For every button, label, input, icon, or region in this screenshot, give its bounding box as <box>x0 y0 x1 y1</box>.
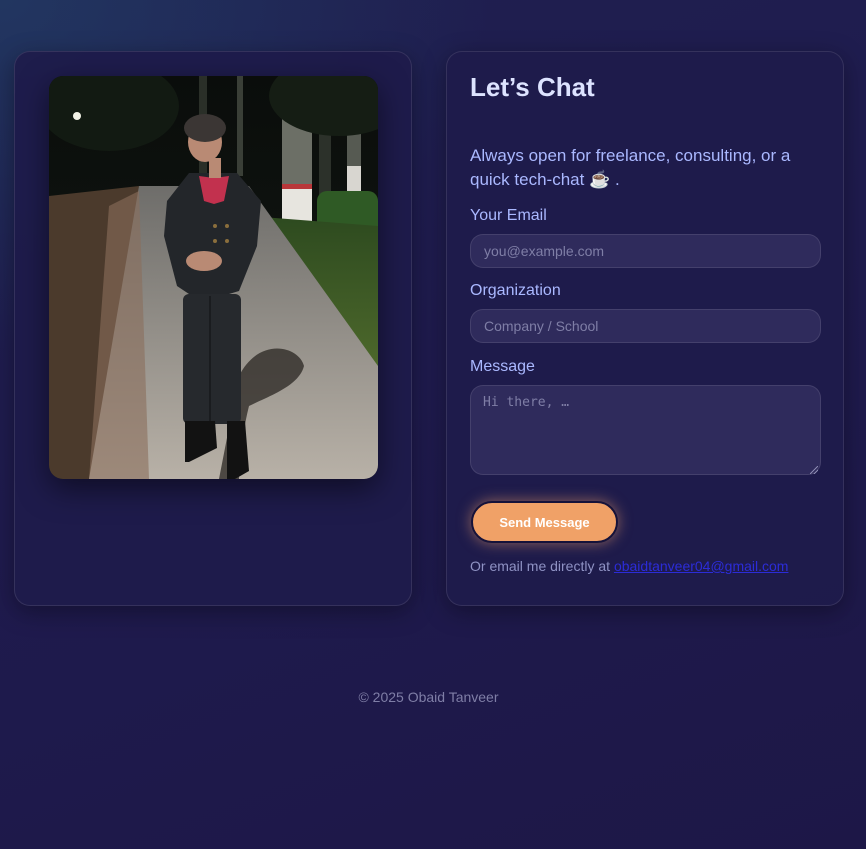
email-label: Your Email <box>470 207 547 224</box>
contact-intro: Always open for freelance, consulting, o… <box>470 146 791 189</box>
contact-title: Let’s Chat <box>470 72 595 102</box>
message-label: Message <box>470 358 535 375</box>
footer-copyright: © 2025 Obaid Tanveer <box>358 689 499 705</box>
resize-handle-icon[interactable] <box>810 466 818 474</box>
organization-label: Organization <box>470 282 561 299</box>
email-field[interactable] <box>470 234 821 268</box>
direct-email-link[interactable]: obaidtanveer04@gmail.com <box>614 558 789 574</box>
message-field[interactable] <box>470 385 821 475</box>
direct-email-line: Or email me directly at obaidtanveer04@g… <box>470 558 788 574</box>
contact-card: Let’s Chat Always open for freelance, co… <box>446 51 844 606</box>
send-message-button[interactable]: Send Message <box>471 501 618 543</box>
direct-email-text: Or email me directly at <box>470 558 611 574</box>
profile-photo <box>49 76 378 479</box>
profile-photo-image <box>49 76 378 479</box>
organization-field[interactable] <box>470 309 821 343</box>
profile-card <box>14 51 412 606</box>
